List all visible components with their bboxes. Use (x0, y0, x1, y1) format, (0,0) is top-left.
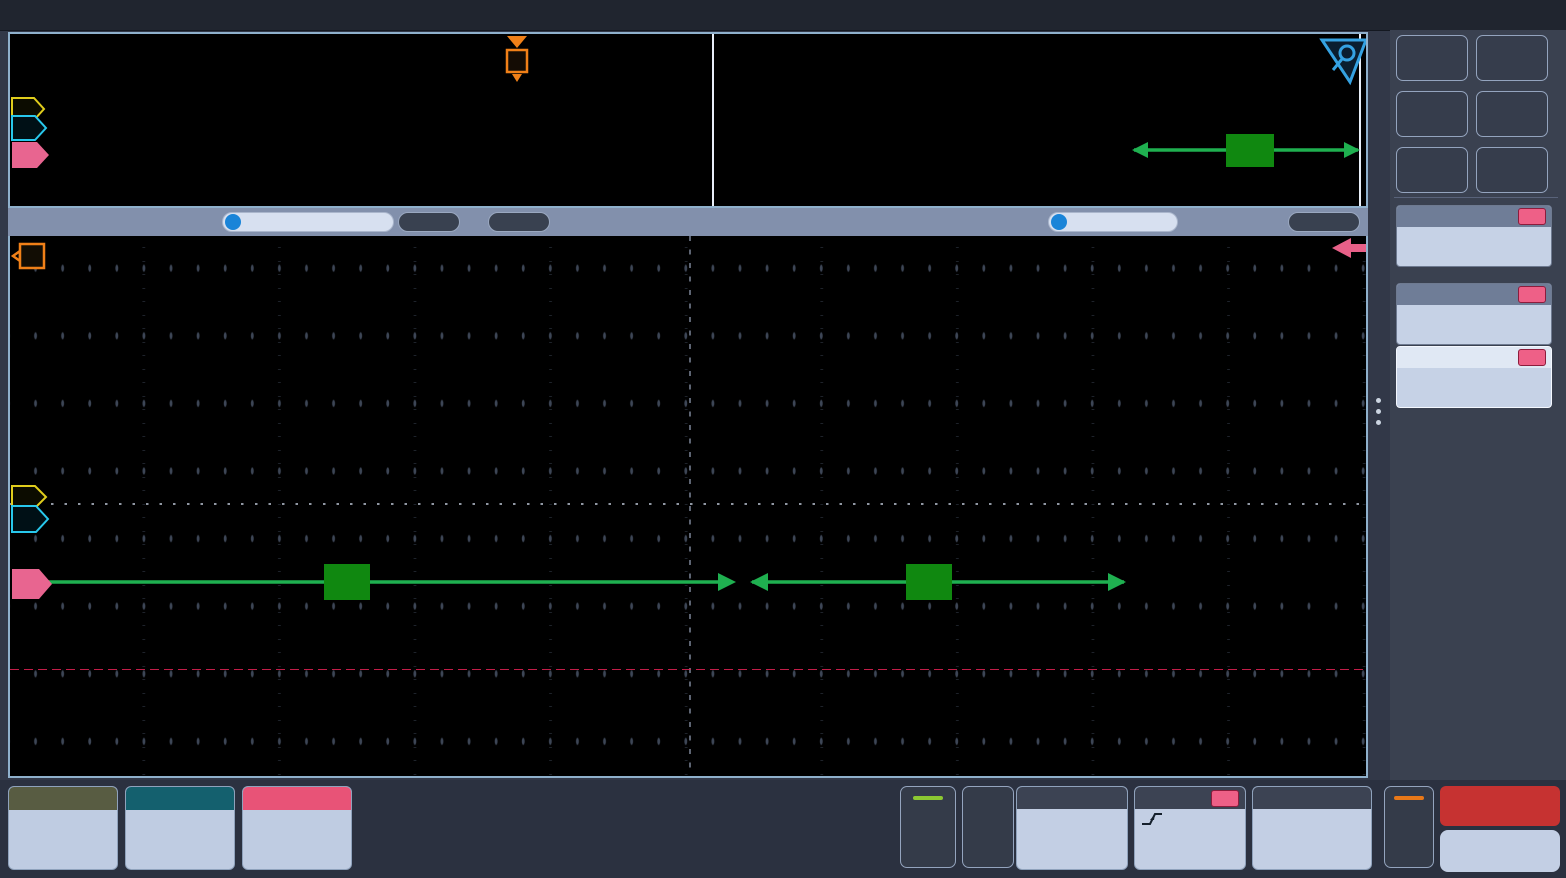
t3-annotation (1132, 134, 1360, 167)
measurement-name (1397, 305, 1551, 306)
sidebar-divider (1394, 197, 1558, 198)
panel-drag-handle[interactable] (1376, 398, 1382, 431)
t2-annotation (750, 564, 1126, 600)
sidebar-button-grid (1396, 35, 1548, 193)
overview-channel-tags (12, 98, 49, 168)
ch3-tag[interactable] (12, 569, 52, 599)
t3-arrowhead-left (1132, 142, 1148, 158)
ch1-tag[interactable] (12, 486, 46, 508)
trigger-position-flag[interactable] (507, 36, 527, 82)
measure-button[interactable] (1476, 35, 1548, 81)
expansion-point-arrow[interactable] (1332, 238, 1366, 258)
zoom-scale-value-pill[interactable] (222, 212, 394, 232)
measurement-name (1397, 227, 1551, 228)
trigger-flag-box (507, 50, 527, 72)
horizontal-panel[interactable] (1016, 786, 1128, 870)
trigger-flag-notch (512, 74, 522, 82)
channel-3-label (243, 787, 351, 810)
t1-arrowhead-right (718, 573, 736, 591)
zoom-out-button[interactable] (488, 212, 550, 232)
measurement-card-7[interactable] (1396, 283, 1552, 345)
rising-edge-icon (1141, 811, 1163, 827)
more-button[interactable] (1476, 147, 1548, 193)
channel-4-button[interactable] (900, 786, 956, 868)
menu-bar (0, 0, 1566, 31)
t1-annotation (18, 564, 736, 600)
graticule-traces (10, 236, 1366, 776)
zoom-control-bar (8, 208, 1368, 236)
t2-arrowhead-right (1108, 573, 1126, 591)
waveform-overview[interactable] (8, 32, 1368, 208)
t3-arrowhead-right (1344, 142, 1360, 158)
channel-1-badge[interactable] (8, 786, 118, 870)
measurement-source-badge (1518, 208, 1546, 225)
measurement-name (1397, 368, 1551, 369)
rf-color-bar (1394, 796, 1424, 800)
t2-label-box (906, 564, 952, 600)
acquisition-panel[interactable] (1252, 786, 1372, 870)
channel-2-label (126, 787, 234, 810)
t2-arrowhead-left (750, 573, 768, 591)
right-sidebar (1390, 30, 1566, 782)
knob-a-badge (225, 214, 241, 230)
search-button[interactable] (1396, 91, 1468, 137)
preview-button[interactable] (1440, 786, 1560, 826)
trigger-flag-triangle (507, 36, 527, 48)
math-ref-bus-button[interactable] (962, 786, 1014, 868)
overview-traces (10, 34, 1366, 206)
ch3-tag-overview[interactable] (12, 142, 49, 168)
zoom-in-button[interactable] (398, 212, 460, 232)
ch2-tag[interactable] (12, 506, 48, 532)
measurement-source-badge (1518, 286, 1546, 303)
channel-2-badge[interactable] (125, 786, 235, 870)
trigger-panel[interactable] (1134, 786, 1246, 870)
main-graticule[interactable] (8, 236, 1368, 778)
cursor-button[interactable] (1396, 35, 1468, 81)
measurement-card-8[interactable] (1396, 346, 1552, 408)
zoom-close-button[interactable] (1288, 212, 1360, 232)
knob-b-badge (1051, 214, 1067, 230)
t1-label-box (324, 564, 370, 600)
box-zoom-button[interactable] (1396, 147, 1468, 193)
trigger-source-tag[interactable] (13, 244, 44, 268)
ch4-color-bar (913, 796, 943, 800)
zoom-position-value-pill[interactable] (1048, 212, 1178, 232)
channel-3-badge[interactable] (242, 786, 352, 870)
measurement-source-badge (1518, 349, 1546, 366)
datetime-display (1440, 830, 1560, 872)
ch2-tag-overview[interactable] (12, 116, 46, 140)
trigger-source-badge (1211, 790, 1239, 807)
rf-button[interactable] (1384, 786, 1434, 868)
results-table-button[interactable] (1476, 91, 1548, 137)
channel-1-label (9, 787, 117, 810)
t3-label-box (1226, 134, 1274, 167)
graticule-channel-tags (12, 486, 52, 599)
measurement-card-1[interactable] (1396, 205, 1552, 267)
